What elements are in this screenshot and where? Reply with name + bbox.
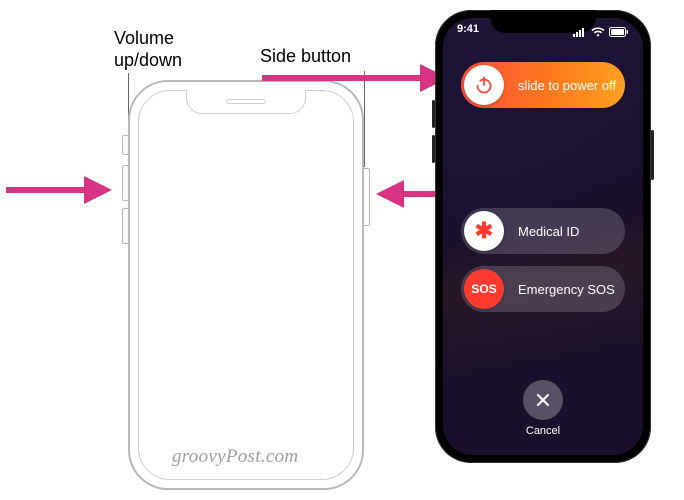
diagram-canvas: Volume up/down Side button groovyPost.co… [0,0,684,500]
leader-line-side [364,71,365,167]
cancel-button[interactable] [523,380,563,420]
status-time: 9:41 [457,23,479,41]
screenshot-vol-down [432,135,435,163]
slide-to-power-off[interactable]: slide to power off [461,62,625,108]
medical-id-label: Medical ID [504,224,625,239]
medical-id-icon[interactable]: ✱ [464,211,504,251]
close-icon [535,392,551,408]
sos-icon[interactable]: SOS [464,269,504,309]
power-icon[interactable] [464,65,504,105]
slide-emergency-sos[interactable]: SOS Emergency SOS [461,266,625,312]
outline-side-button [364,168,370,226]
cancel-label: Cancel [526,425,560,437]
power-off-label: slide to power off [504,78,625,93]
status-bar: 9:41 [443,23,643,41]
outline-screen [138,90,354,480]
outline-speaker [226,99,266,104]
power-off-screen: 9:41 [443,18,643,455]
status-right [573,23,629,41]
screenshot-iphone: 9:41 [435,10,651,463]
sos-label: Emergency SOS [504,282,625,297]
wifi-icon [591,27,605,37]
screenshot-side-button [651,130,654,180]
outline-iphone [128,80,364,490]
battery-icon [609,27,629,37]
label-volume: Volume up/down [114,28,182,71]
cancel-area: Cancel [443,380,643,437]
cellular-signal-icon [573,27,587,37]
label-side-button: Side button [260,46,351,68]
watermark: groovyPost.com [172,446,298,468]
screenshot-vol-up [432,100,435,128]
slide-medical-id[interactable]: ✱ Medical ID [461,208,625,254]
